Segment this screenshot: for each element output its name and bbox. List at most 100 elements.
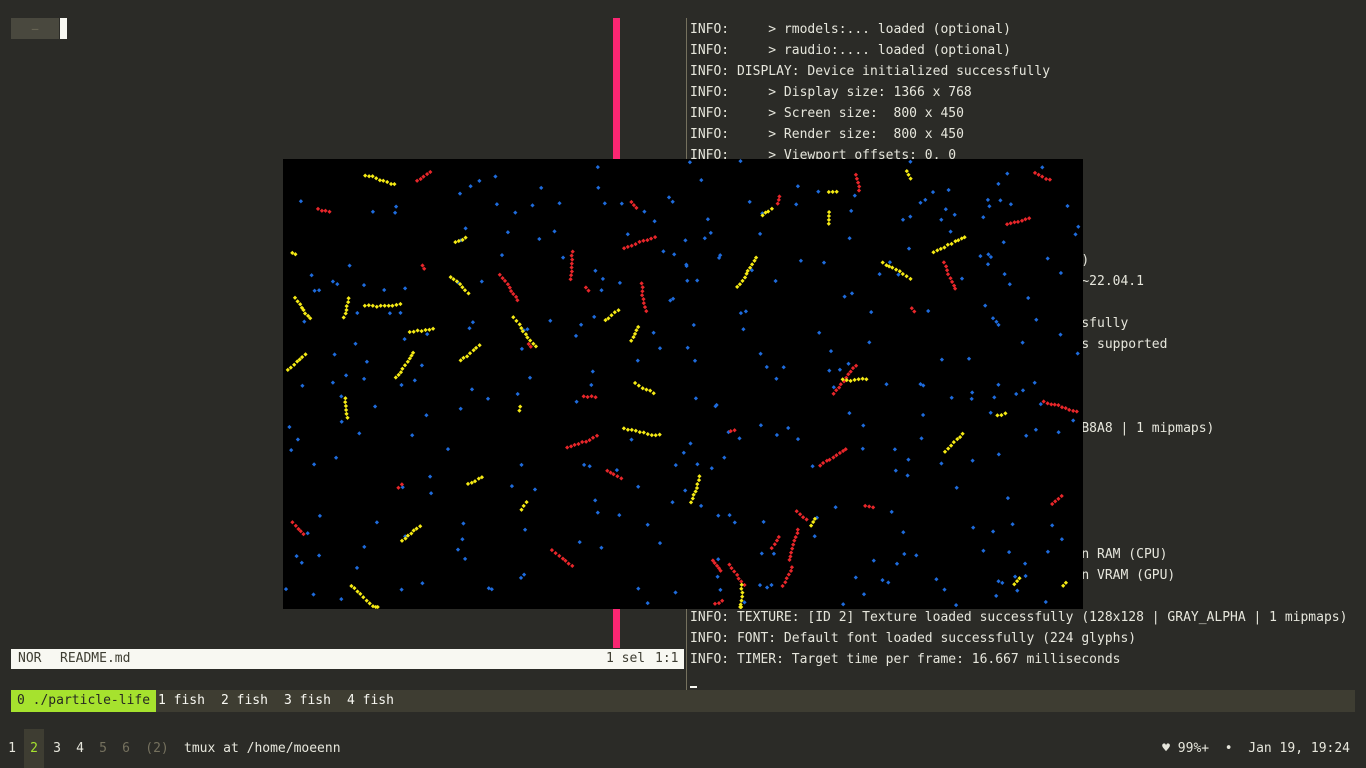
workspace-4[interactable]: 4 — [70, 729, 90, 768]
blue-particle — [987, 204, 992, 209]
workspace-2[interactable]: (2) — [142, 729, 172, 768]
tmux-window-0[interactable]: 0 ./particle-life — [11, 690, 157, 712]
red-particle — [777, 194, 782, 199]
workspace-1[interactable]: 1 — [2, 729, 22, 768]
yellow-particle — [636, 383, 641, 388]
red-particle — [645, 237, 650, 243]
tmux-window-3[interactable]: 3 fish — [284, 690, 331, 712]
blue-particle — [867, 340, 872, 345]
yellow-particle — [292, 295, 298, 300]
red-particle — [576, 441, 581, 447]
blue-particle — [914, 553, 919, 558]
blue-particle — [539, 185, 544, 191]
red-particle — [831, 391, 836, 396]
red-particle — [870, 505, 876, 510]
tmux-window-4[interactable]: 4 fish — [347, 690, 394, 712]
blue-particle — [990, 316, 996, 321]
tmux-window-1[interactable]: 1 fish — [158, 690, 205, 712]
blue-particle — [764, 364, 769, 370]
yellow-particle — [735, 284, 740, 290]
red-particle — [727, 562, 732, 567]
red-particle — [1071, 408, 1076, 414]
red-particle — [1012, 220, 1017, 225]
red-particle — [850, 365, 856, 371]
blue-particle — [837, 367, 843, 372]
yellow-particle — [458, 358, 463, 363]
red-particle — [502, 278, 508, 284]
workspace-3[interactable]: 3 — [47, 729, 67, 768]
blue-particle — [990, 529, 996, 534]
blue-particle — [716, 513, 721, 518]
blue-particle — [705, 217, 711, 222]
blue-particle — [1045, 256, 1050, 261]
red-particle — [732, 428, 737, 433]
red-particle — [642, 304, 648, 310]
blue-particle — [692, 358, 698, 363]
yellow-particle — [349, 583, 354, 589]
blue-particle — [515, 391, 520, 397]
yellow-particle — [740, 594, 745, 599]
blue-particle — [309, 273, 314, 278]
blue-particle — [410, 433, 415, 438]
blue-particle — [939, 357, 945, 362]
red-particle — [716, 600, 722, 606]
blue-particle — [1000, 580, 1005, 586]
blue-particle — [672, 252, 677, 257]
red-particle — [587, 437, 592, 443]
red-particle — [315, 206, 321, 212]
workspace-2[interactable]: 2 — [24, 729, 44, 768]
blue-particle — [969, 396, 974, 402]
red-particle — [619, 476, 624, 481]
red-particle — [912, 309, 917, 314]
selection-count: 1 sel — [606, 651, 646, 666]
blue-particle — [361, 376, 367, 382]
tmux-window-2[interactable]: 2 fish — [221, 690, 268, 712]
desktop-status-bar: 1 2 3 4 5 6 (2) tmux at /home/moeenn ♥ 99%+ • … — [0, 729, 1366, 768]
blue-particle — [600, 276, 606, 282]
red-particle — [640, 289, 645, 294]
blue-particle — [900, 217, 906, 222]
blue-particle — [952, 212, 957, 217]
particle-life-window[interactable] — [283, 159, 1083, 609]
red-particle — [1067, 407, 1072, 413]
editor-tab[interactable]: — — [11, 18, 59, 39]
yellow-particle — [632, 380, 638, 386]
blue-particle — [577, 539, 582, 545]
blue-particle — [1033, 427, 1039, 432]
yellow-particle — [695, 481, 700, 487]
red-particle — [625, 244, 630, 250]
red-particle — [834, 388, 839, 393]
blue-particle — [635, 358, 640, 363]
red-particle — [424, 171, 430, 177]
yellow-particle — [518, 404, 523, 409]
workspace-5[interactable]: 5 — [93, 729, 113, 768]
blue-particle — [970, 458, 975, 463]
blue-particle — [312, 288, 317, 293]
blue-particle — [462, 556, 468, 562]
blue-particle — [505, 230, 511, 235]
yellow-particle — [690, 496, 695, 501]
blue-particle — [992, 395, 997, 400]
blue-particle — [494, 202, 500, 207]
blue-particle — [828, 348, 834, 354]
red-particle — [729, 565, 734, 571]
blue-particle — [617, 512, 622, 518]
yellow-particle — [740, 590, 745, 595]
blue-particle — [685, 278, 690, 283]
red-particle — [586, 288, 591, 293]
yellow-particle — [688, 500, 694, 505]
blue-particle — [636, 484, 641, 489]
workspace-6[interactable]: 6 — [116, 729, 136, 768]
yellow-particle — [908, 176, 913, 181]
blue-particle — [333, 455, 339, 460]
yellow-particle — [511, 315, 516, 320]
blue-particle — [981, 548, 986, 553]
yellow-particle — [1017, 576, 1022, 581]
yellow-particle — [385, 179, 390, 185]
blue-particle — [657, 346, 663, 351]
red-particle — [1056, 496, 1061, 502]
yellow-particle — [906, 172, 911, 177]
blue-particle — [934, 577, 939, 582]
red-particle — [640, 285, 645, 290]
blue-particle — [455, 547, 461, 552]
